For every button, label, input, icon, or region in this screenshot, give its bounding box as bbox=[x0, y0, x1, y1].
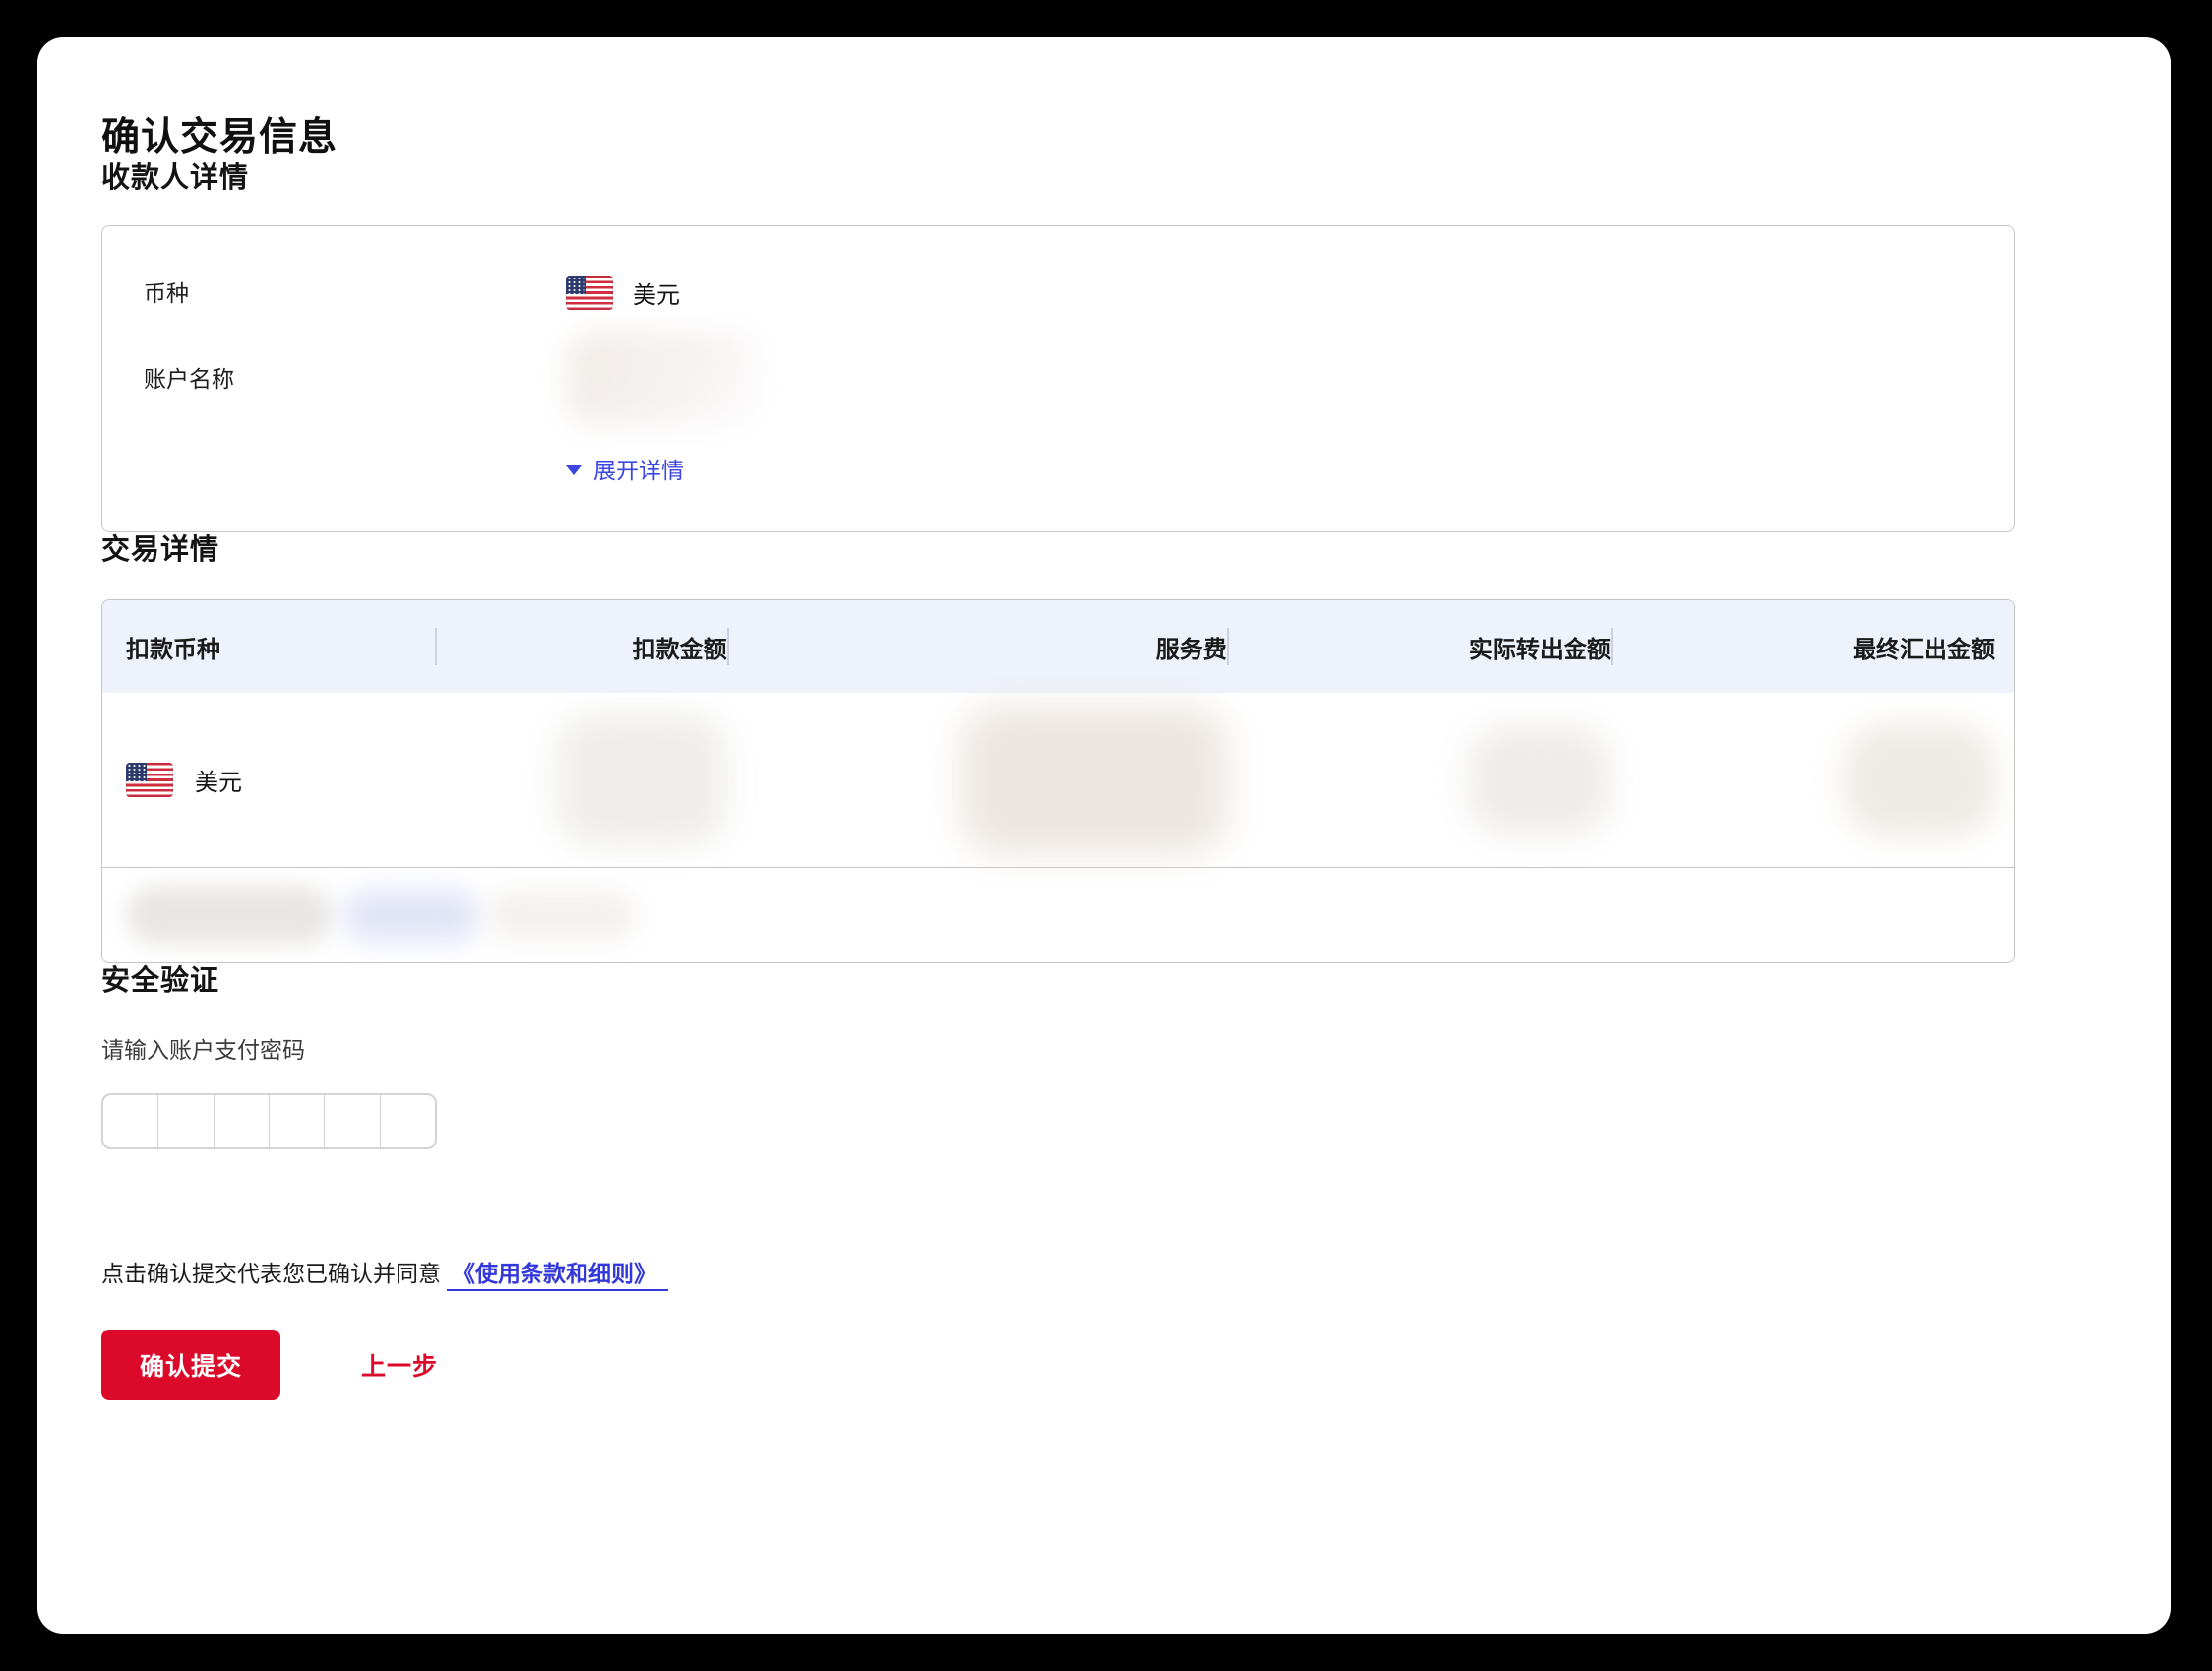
final-remittance-amount-cell bbox=[1611, 693, 1995, 867]
previous-step-button[interactable]: 上一步 bbox=[355, 1346, 444, 1384]
redacted-service-fee bbox=[961, 707, 1227, 854]
payment-password-input[interactable] bbox=[101, 1093, 437, 1149]
pin-digit-cell-1[interactable] bbox=[103, 1095, 158, 1147]
redacted-footer-highlight bbox=[342, 889, 480, 943]
service-fee-cell bbox=[727, 693, 1227, 867]
table-footer-row bbox=[102, 867, 2014, 962]
header-actual-transfer-amount: 实际转出金额 bbox=[1227, 600, 1611, 693]
header-deduction-amount: 扣款金额 bbox=[435, 600, 727, 693]
agreement-line: 点击确认提交代表您已确认并同意《使用条款和细则》 bbox=[101, 1259, 2015, 1288]
redacted-account-name-value bbox=[566, 332, 759, 425]
confirm-transaction-panel: 确认交易信息 收款人详情 币种 美元 账户名称 展开详情 交易详情 扣款币种 扣… bbox=[37, 37, 2171, 1634]
redacted-footer-note bbox=[126, 886, 333, 945]
redacted-deduction-amount bbox=[555, 713, 727, 846]
expand-details-link[interactable]: 展开详情 bbox=[566, 457, 684, 484]
deduction-amount-cell bbox=[435, 693, 727, 867]
security-section-heading: 安全验证 bbox=[101, 963, 2015, 999]
header-final-remittance-amount: 最终汇出金额 bbox=[1611, 600, 1995, 693]
pin-digit-cell-3[interactable] bbox=[215, 1095, 270, 1147]
recipient-details-card: 币种 美元 账户名称 展开详情 bbox=[101, 225, 2015, 532]
expand-details-label: 展开详情 bbox=[593, 457, 684, 484]
currency-value-group: 美元 bbox=[566, 276, 680, 310]
expand-details-row: 展开详情 bbox=[144, 457, 1970, 484]
pin-digit-cell-2[interactable] bbox=[158, 1095, 214, 1147]
header-service-fee: 服务费 bbox=[727, 600, 1227, 693]
transaction-section-heading: 交易详情 bbox=[101, 532, 2015, 568]
confirm-submit-button[interactable]: 确认提交 bbox=[101, 1330, 280, 1400]
table-header-row: 扣款币种 扣款金额 服务费 实际转出金额 最终汇出金额 bbox=[102, 600, 2014, 693]
redacted-footer-note-faint bbox=[488, 891, 636, 940]
header-deduction-currency: 扣款币种 bbox=[122, 600, 435, 693]
currency-value-label: 美元 bbox=[633, 276, 680, 310]
payment-password-prompt: 请输入账户支付密码 bbox=[101, 1036, 2015, 1064]
redacted-actual-transfer-amount bbox=[1467, 725, 1611, 836]
flag-canton bbox=[126, 763, 147, 781]
table-row: 美元 bbox=[102, 693, 2014, 867]
chevron-down-icon bbox=[566, 465, 582, 475]
row-currency-label: 美元 bbox=[195, 763, 242, 797]
account-name-field-row: 账户名称 bbox=[144, 332, 1970, 425]
currency-field-row: 币种 美元 bbox=[144, 276, 1970, 310]
terms-and-conditions-link[interactable]: 《使用条款和细则》 bbox=[447, 1261, 668, 1291]
us-flag-icon bbox=[126, 763, 173, 797]
redacted-final-remittance-amount bbox=[1845, 725, 1995, 836]
pin-digit-cell-6[interactable] bbox=[381, 1095, 435, 1147]
recipient-section-heading: 收款人详情 bbox=[101, 160, 2015, 196]
flag-canton bbox=[566, 276, 586, 294]
currency-label: 币种 bbox=[144, 278, 566, 308]
page-title: 确认交易信息 bbox=[101, 114, 2015, 160]
row-currency-cell: 美元 bbox=[122, 693, 435, 867]
agreement-text: 点击确认提交代表您已确认并同意 bbox=[101, 1261, 441, 1286]
actions-row: 确认提交 上一步 bbox=[101, 1330, 2015, 1400]
us-flag-icon bbox=[566, 276, 613, 310]
pin-digit-cell-5[interactable] bbox=[325, 1095, 380, 1147]
actual-transfer-amount-cell bbox=[1227, 693, 1611, 867]
account-name-label: 账户名称 bbox=[144, 364, 566, 394]
pin-digit-cell-4[interactable] bbox=[270, 1095, 325, 1147]
transaction-details-table: 扣款币种 扣款金额 服务费 实际转出金额 最终汇出金额 美元 bbox=[101, 599, 2015, 963]
